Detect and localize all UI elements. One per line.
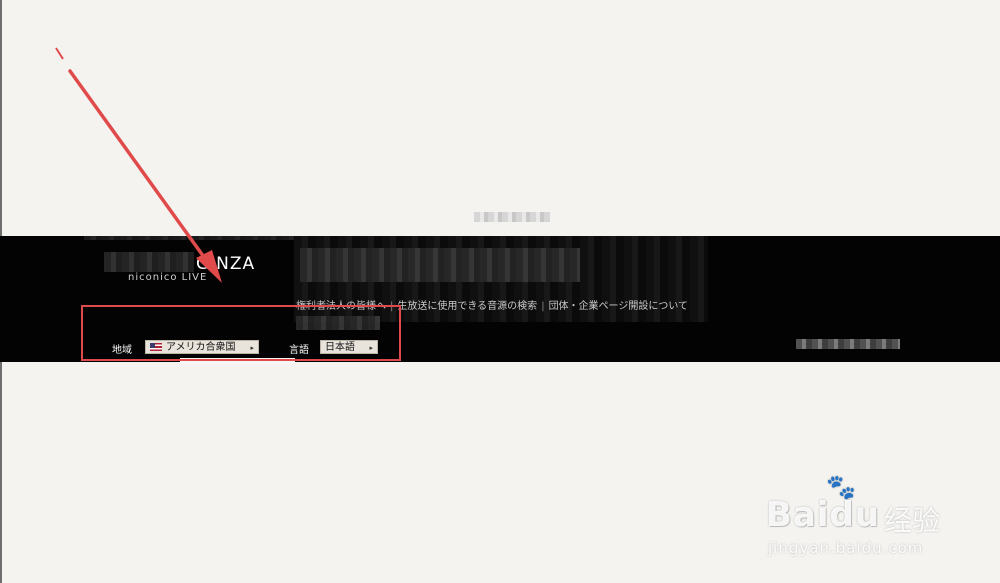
blurred-header-strip (84, 236, 294, 240)
watermark-brand-cn: 经验 (884, 504, 941, 537)
link-separator: | (541, 301, 545, 312)
footer-link-music-search[interactable]: 生放送に使用できる音源の検索 (397, 301, 537, 312)
blurred-copyright (796, 339, 900, 349)
logo-text: GINZA (196, 254, 256, 274)
watermark-brand: Baidu (766, 495, 881, 535)
watermark-url: jingyan.baidu.com (768, 539, 924, 557)
baidu-watermark: 🐾 Baidu 经验 jingyan.baidu.com (766, 473, 966, 565)
blurred-text (474, 212, 550, 222)
blurred-logo-part (104, 252, 194, 272)
niconico-live-logo[interactable]: GINZA (196, 254, 255, 274)
logo-subtitle: niconico LIVE (128, 272, 208, 283)
blurred-footer-links (300, 248, 580, 282)
annotation-arrow-tail (55, 47, 64, 60)
annotation-highlight-box (81, 305, 401, 361)
page: GINZA niconico LIVE 権利者法人の皆様へ | 生放送に使用できる音… (0, 0, 1000, 583)
footer-link-organization-page[interactable]: 団体・企業ページ開設について (549, 301, 689, 312)
